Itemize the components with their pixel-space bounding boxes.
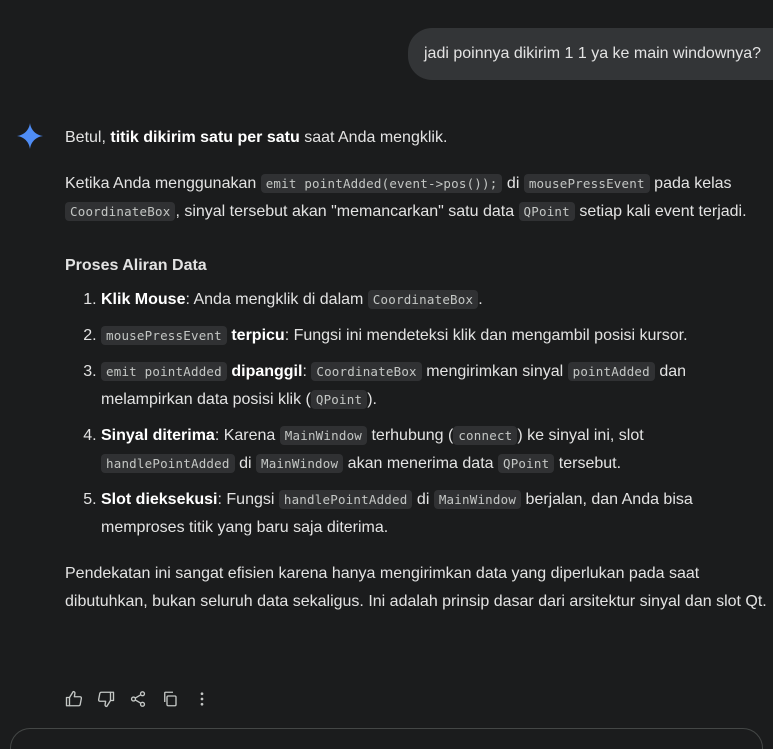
list-item: Klik Mouse: Anda mengklik di dalam Coord… [101,286,770,314]
thumb-down-icon[interactable] [96,688,116,710]
list-item: mousePressEvent terpicu: Fungsi ini mend… [101,322,770,350]
more-vert-icon[interactable] [192,688,212,710]
steps-list: Klik Mouse: Anda mengklik di dalam Coord… [65,286,770,542]
user-message-bubble: jadi poinnya dikirim 1 1 ya ke main wind… [408,28,773,80]
inline-code: MainWindow [255,454,344,473]
inline-code: handlePointAdded [101,454,235,473]
copy-icon[interactable] [160,688,180,710]
inline-code: CoordinateBox [311,362,422,381]
inline-code: mousePressEvent [101,326,227,345]
inline-code: emit pointAdded(event->pos()); [260,174,503,193]
section-heading: Proses Aliran Data [65,257,207,274]
inline-code: CoordinateBox [367,290,479,309]
assistant-answer: Betul, titik dikirim satu per satu saat … [65,124,770,616]
list-item: Sinyal diterima: Karena MainWindow terhu… [101,422,770,478]
answer-explanation: Ketika Anda menggunakan emit pointAdded(… [65,174,747,221]
inline-code: pointAdded [567,362,655,381]
inline-code: handlePointAdded [278,490,413,509]
inline-code: connect [453,426,518,445]
inline-code: QPoint [310,390,368,409]
list-item: emit pointAdded dipanggil: CoordinateBox… [101,358,770,414]
thumb-up-icon[interactable] [64,688,84,710]
inline-code: QPoint [518,202,575,221]
inline-code: emit pointAdded [101,362,227,381]
inline-code: QPoint [497,454,555,473]
inline-code: mousePressEvent [523,174,650,193]
answer-intro: Betul, titik dikirim satu per satu saat … [65,129,448,146]
response-actions [64,688,212,710]
share-icon[interactable] [128,688,148,710]
prompt-input-edge[interactable] [10,728,763,749]
list-item: Slot dieksekusi: Fungsi handlePointAdded… [101,486,770,542]
inline-code: CoordinateBox [65,202,176,221]
user-message-text: jadi poinnya dikirim 1 1 ya ke main wind… [424,45,762,62]
gemini-spark-icon [17,123,43,149]
answer-closing: Pendekatan ini sangat efisien karena han… [65,565,767,610]
inline-code: MainWindow [433,490,522,509]
inline-code: MainWindow [279,426,368,445]
